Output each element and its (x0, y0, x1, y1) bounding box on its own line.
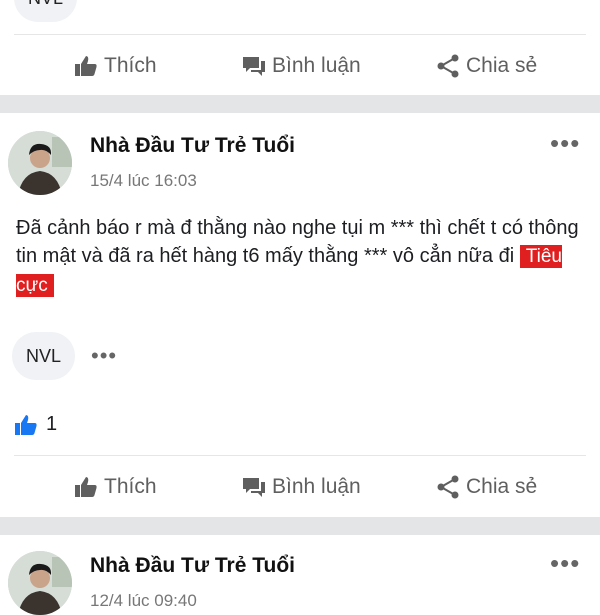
divider (14, 455, 586, 456)
like-count[interactable]: 1 (14, 413, 57, 436)
avatar[interactable] (8, 551, 72, 615)
comment-icon (243, 478, 265, 497)
comment-button[interactable]: Bình luận (242, 46, 361, 86)
post-text: Đã cảnh báo r mà đ thằng nào nghe tụi m … (16, 217, 579, 297)
thumbs-up-icon (15, 414, 37, 435)
thumbs-up-icon (75, 477, 97, 497)
more-icon[interactable]: ••• (91, 345, 117, 367)
profile-photo (8, 551, 72, 615)
like-button[interactable]: Thích (74, 467, 157, 507)
post-time[interactable]: 15/4 lúc 16:03 (90, 171, 197, 191)
share-button[interactable]: Chia sẻ (436, 46, 537, 86)
comment-icon (243, 57, 265, 76)
author-name[interactable]: Nhà Đầu Tư Trẻ Tuổi (90, 134, 295, 158)
share-icon (437, 54, 459, 78)
post-time[interactable]: 12/4 lúc 09:40 (90, 591, 197, 611)
tag-chip[interactable]: NVL (12, 332, 76, 380)
divider (14, 34, 586, 35)
action-bar: Thích Bình luận Chia sẻ (0, 467, 600, 507)
share-icon (437, 475, 459, 499)
like-button[interactable]: Thích (74, 46, 157, 86)
share-button[interactable]: Chia sẻ (436, 467, 537, 507)
comment-button[interactable]: Bình luận (242, 467, 361, 507)
profile-photo (8, 131, 72, 195)
author-name[interactable]: Nhà Đầu Tư Trẻ Tuổi (90, 554, 295, 578)
avatar[interactable] (8, 131, 72, 195)
post-separator (0, 95, 600, 113)
tag-chip[interactable]: NVL (14, 0, 78, 22)
post-separator (0, 517, 600, 535)
thumbs-up-icon (75, 56, 97, 76)
more-icon[interactable]: ••• (550, 550, 580, 576)
more-icon[interactable]: ••• (550, 130, 580, 156)
action-bar: Thích Bình luận Chia sẻ (0, 46, 600, 86)
